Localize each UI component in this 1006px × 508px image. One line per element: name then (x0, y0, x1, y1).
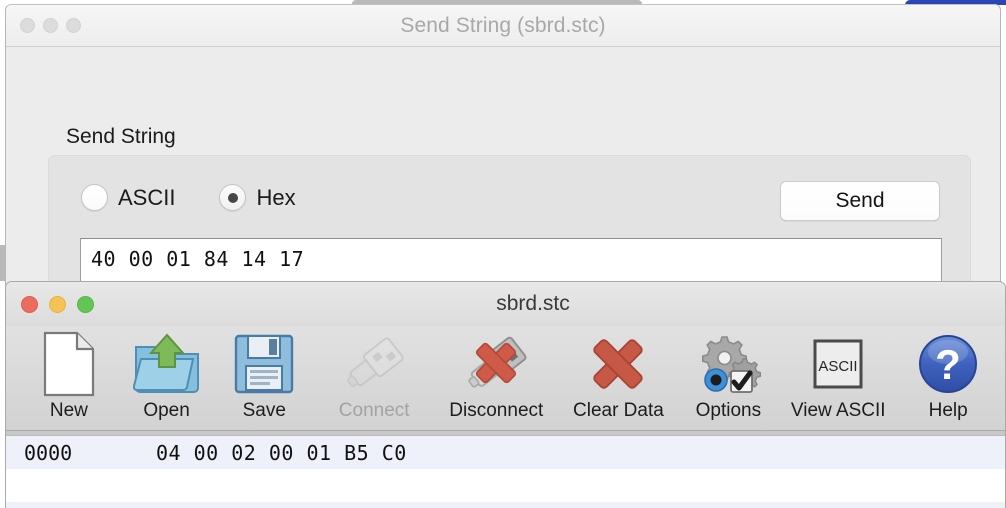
toolbar-button-connect[interactable]: Connect (313, 330, 435, 422)
toolbar-label-open: Open (143, 400, 190, 421)
toolbar-label-options: Options (695, 400, 762, 421)
main-window-title: sbrd.stc (496, 292, 570, 315)
table-row[interactable] (6, 502, 1005, 508)
radio-circle-icon[interactable] (81, 184, 108, 211)
screen: Send String (sbrd.stc) Send String ASCII… (0, 0, 1006, 508)
format-radio-group[interactable]: ASCII Hex (81, 184, 296, 211)
red-x-icon (586, 330, 650, 398)
svg-text:?: ? (935, 341, 961, 388)
question-mark-icon: ? (917, 330, 979, 398)
table-row[interactable]: 0000 04 00 02 00 01 B5 C0 (6, 436, 1005, 469)
radio-hex-label: Hex (256, 184, 296, 210)
toolbar-label-save: Save (242, 400, 286, 421)
gears-icon (695, 330, 762, 398)
toolbar-label-view-ascii: View ASCII (790, 400, 886, 421)
svg-text:ASCII: ASCII (819, 358, 858, 375)
toolbar-button-open[interactable]: Open (118, 330, 216, 422)
radio-circle-selected-icon[interactable] (219, 184, 247, 211)
send-string-group-label: Send String (66, 125, 176, 148)
toolbar-button-help[interactable]: ? Help (899, 330, 997, 422)
hex-dump-grid[interactable]: 0000 04 00 02 00 01 B5 C0 (6, 431, 1005, 508)
radio-ascii[interactable]: ASCII (81, 184, 175, 211)
toolbar-label-help: Help (928, 400, 968, 421)
send-button[interactable]: Send (780, 181, 940, 221)
usb-plug-x-icon (460, 330, 532, 398)
open-folder-icon (132, 330, 201, 398)
toolbar-button-save[interactable]: Save (215, 330, 313, 422)
usb-plug-icon (341, 330, 407, 398)
send-string-window-title: Send String (sbrd.stc) (400, 14, 606, 37)
toolbar-button-new[interactable]: New (20, 330, 118, 422)
toolbar-label-connect: Connect (338, 400, 410, 421)
floppy-disk-icon (234, 330, 294, 398)
toolbar-label-disconnect: Disconnect (449, 400, 544, 421)
new-document-icon (43, 330, 95, 398)
toolbar-label-new: New (49, 400, 88, 421)
toolbar-button-options[interactable]: Options (679, 330, 777, 422)
cell-data: 04 00 02 00 01 B5 C0 (156, 440, 407, 465)
cell-offset: 0000 (24, 440, 73, 465)
ascii-box-icon: ASCII (807, 330, 869, 398)
toolbar-label-clear-data: Clear Data (573, 400, 664, 421)
send-string-titlebar[interactable]: Send String (sbrd.stc) (6, 5, 1000, 47)
toolbar-button-view-ascii[interactable]: ASCII View ASCII (777, 330, 899, 422)
table-row[interactable] (6, 469, 1005, 502)
toolbar-button-clear-data[interactable]: Clear Data (557, 330, 679, 422)
main-titlebar[interactable]: sbrd.stc (6, 282, 1005, 326)
main-window[interactable]: sbrd.stc New Open Save Connect Disconnec… (5, 281, 1006, 508)
toolbar-button-disconnect[interactable]: Disconnect (435, 330, 557, 422)
radio-hex[interactable]: Hex (219, 184, 296, 211)
radio-ascii-label: ASCII (118, 184, 176, 210)
main-toolbar: New Open Save Connect Disconnect Clear D… (6, 326, 1005, 431)
